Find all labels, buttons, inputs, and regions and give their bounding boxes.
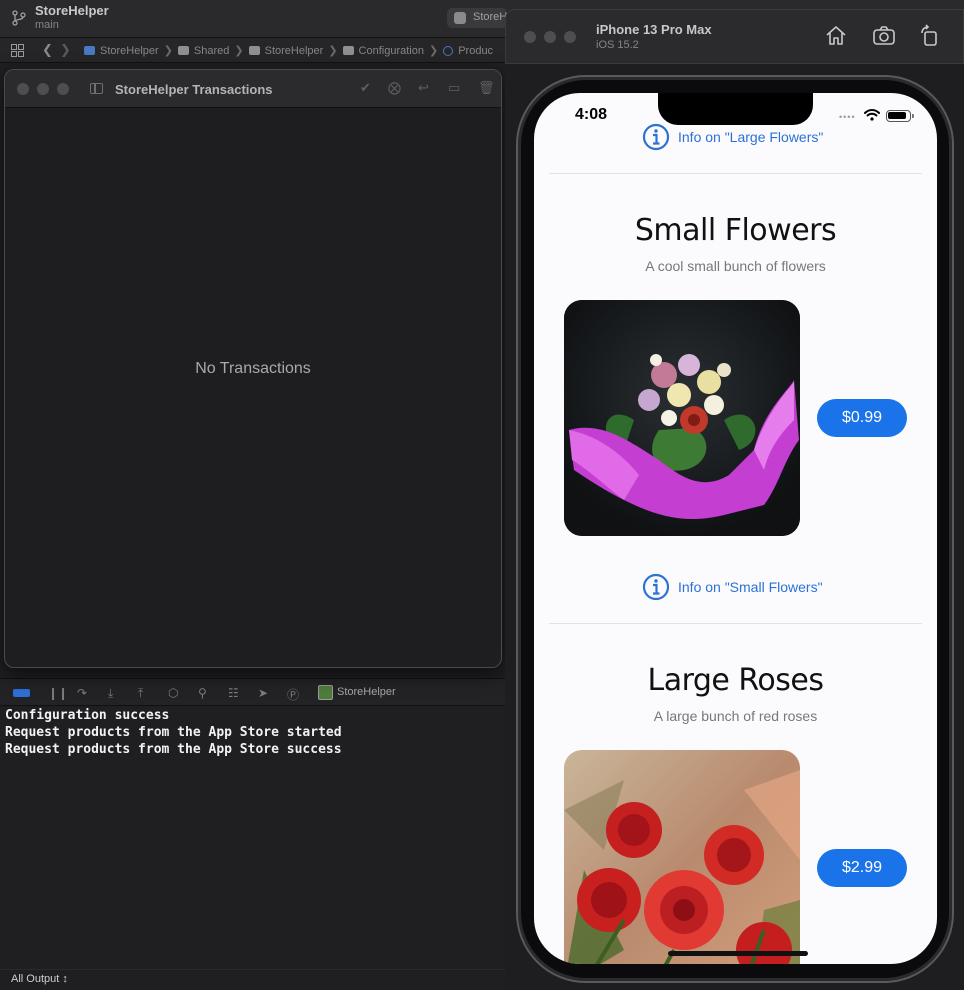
breadcrumb: StoreHelper ❯ Shared ❯ StoreHelper ❯ Config… (84, 44, 493, 57)
zoom-window-button[interactable] (57, 83, 69, 95)
approve-icon[interactable]: ✔ (360, 80, 371, 96)
console-output[interactable]: Configuration success Request products f… (0, 707, 520, 969)
window-title: StoreHelper Transactions (115, 82, 273, 97)
step-out-icon[interactable]: ⤒ (138, 686, 143, 701)
console-line: Request products from the App Store star… (5, 725, 342, 740)
view-hierarchy-icon[interactable]: ⬡ (168, 686, 178, 700)
notch (658, 93, 813, 125)
rotate-icon[interactable] (918, 24, 942, 48)
project-name[interactable]: StoreHelper (35, 3, 109, 18)
related-items-grid-icon[interactable] (11, 44, 24, 57)
divider (549, 173, 922, 174)
product-description: A large bunch of red roses (653, 708, 818, 724)
breadcrumb-separator-icon: ❯ (234, 45, 244, 57)
refund-icon[interactable]: ↩ (418, 80, 429, 96)
plist-file-icon (443, 45, 454, 56)
console-line: Request products from the App Store succ… (5, 742, 342, 757)
device-name: iPhone 13 Pro Max (596, 22, 712, 37)
zoom-window-button[interactable] (564, 31, 576, 43)
info-link-small-flowers[interactable]: Info on "Small Flowers" (642, 573, 823, 601)
debug-app-label: StoreHelper (337, 686, 396, 698)
breakpoints-toggle-icon[interactable] (13, 689, 30, 697)
breadcrumb-item[interactable]: StoreHelper ❯ (84, 44, 178, 57)
product-description: A cool small bunch of flowers (645, 258, 826, 274)
home-indicator[interactable] (668, 951, 808, 956)
cancel-icon[interactable]: ⨂ (388, 80, 401, 96)
screenshot-camera-icon[interactable] (872, 24, 896, 48)
buy-small-flowers-button[interactable]: $0.99 (817, 399, 907, 437)
small-flowers-illustration (564, 300, 800, 536)
phone-screen[interactable]: 4:08 •••• Info on "Large Flowers" Small … (534, 93, 937, 964)
pause-icon[interactable]: ❙❙ (48, 686, 68, 700)
forward-chevron-icon[interactable]: ❯ (60, 42, 71, 58)
step-over-icon[interactable]: ↷ (77, 686, 87, 700)
storekit-icon[interactable]: Ⓟ (287, 686, 299, 703)
home-icon[interactable] (824, 24, 848, 48)
minimize-window-button[interactable] (37, 83, 49, 95)
step-into-icon[interactable]: ⤓ (108, 686, 113, 701)
breadcrumb-separator-icon: ❯ (428, 45, 439, 57)
divider (549, 623, 922, 624)
info-link-label: Info on "Large Flowers" (678, 129, 824, 145)
back-chevron-icon[interactable]: ❮ (42, 42, 53, 58)
buy-large-roses-button[interactable]: $2.99 (817, 849, 907, 887)
large-roses-image (564, 750, 800, 964)
scheme-selector[interactable]: StoreH (447, 8, 507, 28)
breadcrumb-item[interactable]: StoreHelper ❯ (248, 44, 343, 57)
battery-icon (886, 110, 914, 122)
product-title: Small Flowers (634, 213, 837, 248)
output-filter-select[interactable]: All Output ↕ (11, 973, 68, 985)
os-version: iOS 15.2 (596, 39, 639, 51)
simulator-titlebar: iPhone 13 Pro Max iOS 15.2 (505, 9, 964, 64)
wifi-icon (864, 109, 880, 121)
close-window-button[interactable] (17, 83, 29, 95)
breadcrumb-item[interactable]: Produc (443, 45, 493, 57)
console-line: Configuration success (5, 708, 170, 723)
card-icon[interactable]: ▭ (448, 80, 460, 96)
branch-name: main (35, 19, 59, 31)
trash-icon[interactable]: 🗑 (478, 80, 495, 96)
close-window-button[interactable] (524, 31, 536, 43)
breadcrumb-item[interactable]: Configuration ❯ (342, 44, 444, 57)
empty-state-message: No Transactions (195, 360, 311, 377)
signal-dots-icon: •••• (839, 112, 856, 122)
breadcrumb-separator-icon: ❯ (328, 45, 338, 57)
sidebar-toggle-icon[interactable] (90, 83, 103, 94)
transactions-titlebar: StoreHelper Transactions ✔ ⨂ ↩ ▭ 🗑 (5, 70, 501, 108)
folder-icon (342, 46, 354, 55)
info-circle-icon (642, 573, 670, 601)
status-time: 4:08 (575, 106, 608, 123)
folder-icon (177, 46, 189, 55)
debug-bar: ❙❙ ↷ ⤓ ⤒ ⬡ ⚲ ☷ ➤ Ⓟ StoreHelper (0, 678, 520, 706)
breadcrumb-item[interactable]: Shared ❯ (177, 44, 249, 57)
product-title: Large Roses (647, 663, 824, 698)
simulate-location-icon[interactable]: ➤ (258, 686, 268, 700)
app-icon (318, 685, 333, 700)
environment-overrides-icon[interactable]: ☷ (228, 686, 239, 700)
memory-graph-icon[interactable]: ⚲ (198, 686, 207, 700)
info-link-large-flowers[interactable]: Info on "Large Flowers" (642, 123, 823, 151)
branch-icon (12, 10, 26, 26)
console-footer: All Output ↕ (0, 969, 520, 990)
info-link-label: Info on "Small Flowers" (678, 579, 823, 595)
folder-icon (248, 46, 260, 55)
breadcrumb-separator-icon: ❯ (163, 45, 173, 57)
app-project-icon (84, 46, 95, 55)
small-flowers-image (564, 300, 800, 536)
info-circle-icon (642, 123, 670, 151)
large-roses-illustration (564, 750, 800, 964)
transactions-window: StoreHelper Transactions ✔ ⨂ ↩ ▭ 🗑 No Tr… (4, 69, 502, 668)
minimize-window-button[interactable] (544, 31, 556, 43)
